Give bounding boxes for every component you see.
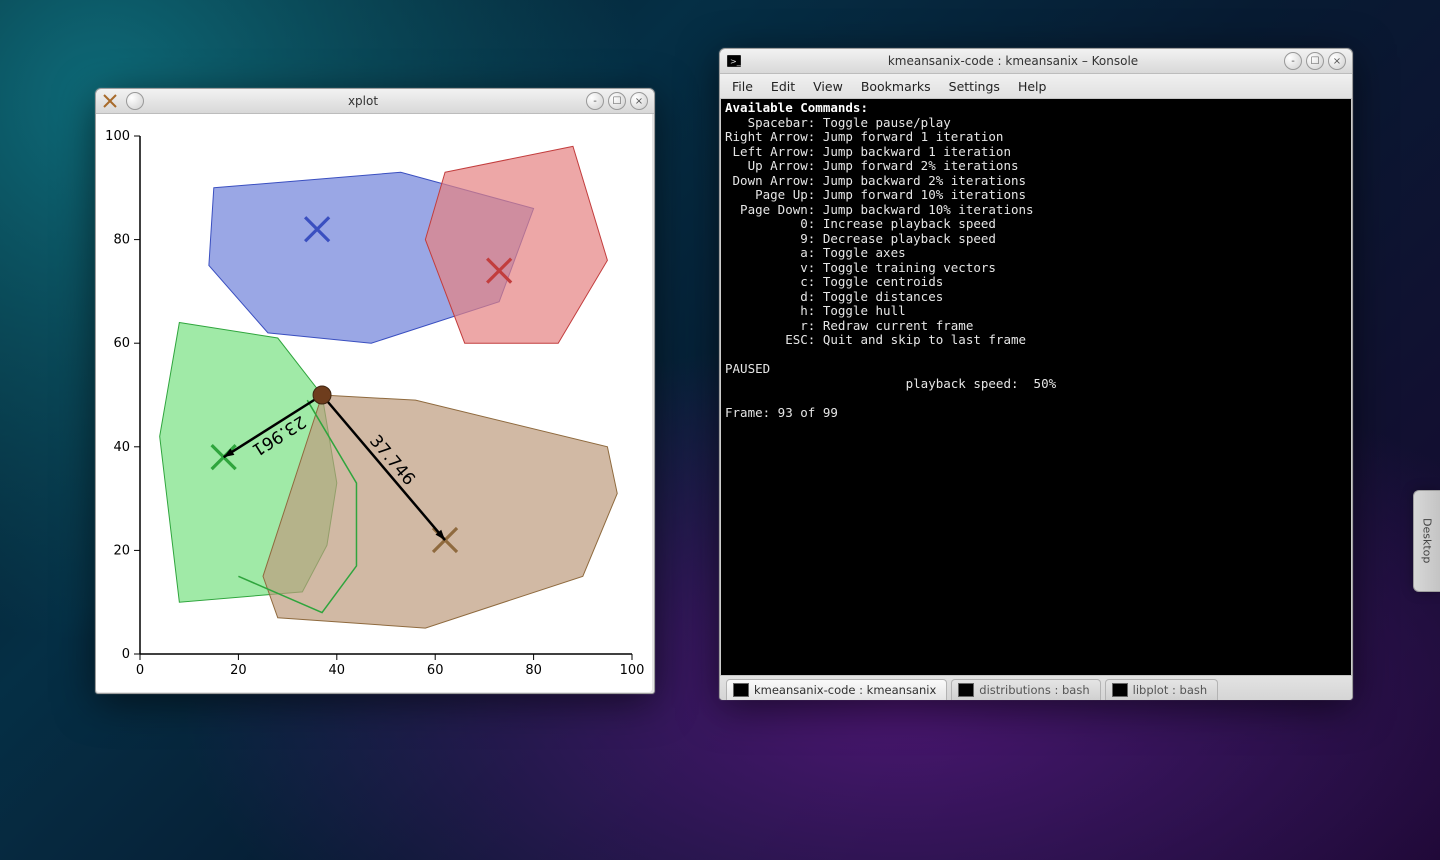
svg-text:20: 20 <box>113 543 130 558</box>
svg-text:0: 0 <box>136 663 144 678</box>
svg-text:60: 60 <box>427 663 444 678</box>
konsole-tab[interactable]: distributions : bash <box>951 679 1100 700</box>
desktop-panel-button[interactable]: Desktop <box>1413 490 1440 592</box>
tab-label: libplot : bash <box>1133 683 1208 697</box>
plot-canvas[interactable]: 02040608010002040608010023.96137.746 <box>96 114 652 692</box>
menu-view[interactable]: View <box>805 77 851 96</box>
tab-label: kmeansanix-code : kmeansanix <box>754 683 936 697</box>
minimize-button[interactable]: ‐ <box>586 92 604 110</box>
xplot-stick-button[interactable] <box>126 92 144 110</box>
terminal-output[interactable]: Available Commands: Spacebar: Toggle pau… <box>720 99 1352 675</box>
maximize-button[interactable]: ☐ <box>1306 52 1324 70</box>
menu-help[interactable]: Help <box>1010 77 1055 96</box>
tab-label: distributions : bash <box>979 683 1089 697</box>
svg-text:100: 100 <box>105 129 130 144</box>
menu-bookmarks[interactable]: Bookmarks <box>853 77 939 96</box>
minimize-button[interactable]: ‐ <box>1284 52 1302 70</box>
svg-text:100: 100 <box>620 663 645 678</box>
konsole-tab[interactable]: libplot : bash <box>1105 679 1219 700</box>
terminal-icon <box>733 683 749 697</box>
konsole-menubar[interactable]: File Edit View Bookmarks Settings Help <box>720 74 1352 99</box>
svg-text:40: 40 <box>329 663 346 678</box>
svg-text:80: 80 <box>113 233 130 248</box>
xplot-app-icon <box>102 93 118 109</box>
close-button[interactable]: × <box>630 92 648 110</box>
konsole-window[interactable]: >_ kmeansanix-code : kmeansanix – Konsol… <box>719 48 1353 700</box>
close-button[interactable]: × <box>1328 52 1346 70</box>
menu-settings[interactable]: Settings <box>941 77 1008 96</box>
svg-text:80: 80 <box>525 663 542 678</box>
xplot-window[interactable]: xplot ‐ ☐ × 02040608010002040608010023.9… <box>95 88 655 694</box>
svg-text:20: 20 <box>230 663 247 678</box>
terminal-icon <box>1112 683 1128 697</box>
svg-text:0: 0 <box>122 647 130 662</box>
terminal-icon <box>958 683 974 697</box>
svg-text:>_: >_ <box>730 57 741 66</box>
konsole-app-icon: >_ <box>726 53 742 69</box>
desktop-background: xplot ‐ ☐ × 02040608010002040608010023.9… <box>0 0 1440 860</box>
menu-edit[interactable]: Edit <box>763 77 803 96</box>
svg-text:40: 40 <box>113 440 130 455</box>
xplot-title: xplot <box>144 94 582 108</box>
menu-file[interactable]: File <box>724 77 761 96</box>
konsole-title-bar[interactable]: >_ kmeansanix-code : kmeansanix – Konsol… <box>720 49 1352 74</box>
xplot-title-bar[interactable]: xplot ‐ ☐ × <box>96 89 654 114</box>
plot-svg: 02040608010002040608010023.96137.746 <box>96 114 652 692</box>
maximize-button[interactable]: ☐ <box>608 92 626 110</box>
konsole-tabbar[interactable]: kmeansanix-code : kmeansanix distribution… <box>720 675 1352 700</box>
konsole-title: kmeansanix-code : kmeansanix – Konsole <box>746 54 1280 68</box>
svg-text:60: 60 <box>113 336 130 351</box>
konsole-tab[interactable]: kmeansanix-code : kmeansanix <box>726 679 947 700</box>
